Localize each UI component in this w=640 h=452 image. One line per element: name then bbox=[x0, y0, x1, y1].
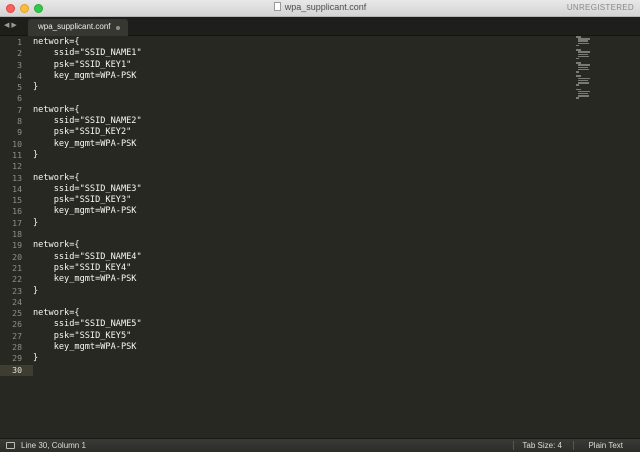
window-title-text: wpa_supplicant.conf bbox=[284, 2, 367, 12]
line-number: 18 bbox=[12, 229, 22, 240]
line-number: 15 bbox=[12, 195, 22, 206]
line-number-gutter: 1 2 3 4 5 6 7 8 9 10 11 12 13 14 15 16 17 18 19 20 21 22 23 24 2… bbox=[0, 36, 30, 438]
line-number: 9 bbox=[17, 127, 22, 138]
tab-wpa-supplicant[interactable]: wpa_supplicant.conf bbox=[28, 19, 128, 36]
minimap[interactable] bbox=[576, 36, 590, 99]
line-number: 26 bbox=[12, 319, 22, 330]
line-number: 20 bbox=[12, 251, 22, 262]
code-line[interactable]: key_mgmt=WPA-PSK bbox=[33, 274, 570, 285]
line-number: 6 bbox=[17, 93, 22, 104]
code-line[interactable]: network={ bbox=[33, 173, 570, 184]
line-number: 7 bbox=[17, 104, 22, 115]
tab-size-selector[interactable]: Tab Size: 4 bbox=[522, 441, 562, 450]
status-divider bbox=[513, 441, 514, 450]
editor-area[interactable]: 1 2 3 4 5 6 7 8 9 10 11 12 13 14 15 16 17 18 19 20 21 22 23 24 2… bbox=[0, 36, 640, 438]
line-number: 24 bbox=[12, 296, 22, 307]
code-line[interactable]: network={ bbox=[33, 105, 570, 116]
line-number: 22 bbox=[12, 274, 22, 285]
code-line[interactable]: ssid="SSID_NAME4" bbox=[33, 252, 570, 263]
tab-label: wpa_supplicant.conf bbox=[38, 22, 111, 31]
line-number: 4 bbox=[17, 70, 22, 81]
code-line[interactable]: key_mgmt=WPA-PSK bbox=[33, 206, 570, 217]
chevron-left-right-icon[interactable]: ◀▶ bbox=[4, 21, 19, 29]
line-number: 12 bbox=[12, 161, 22, 172]
code-line[interactable]: psk="SSID_KEY5" bbox=[33, 331, 570, 342]
code-line[interactable] bbox=[33, 161, 570, 172]
window-title: wpa_supplicant.conf bbox=[0, 2, 640, 12]
line-number: 16 bbox=[12, 206, 22, 217]
line-number: 1 bbox=[17, 37, 22, 47]
minimap-line bbox=[578, 42, 589, 45]
minimap-line bbox=[578, 81, 589, 84]
syntax-selector[interactable]: Plain Text bbox=[588, 441, 623, 450]
code-line[interactable]: psk="SSID_KEY3" bbox=[33, 195, 570, 206]
code-line[interactable]: psk="SSID_KEY2" bbox=[33, 127, 570, 138]
code-line[interactable]: } bbox=[33, 150, 570, 161]
code-line[interactable] bbox=[33, 365, 570, 376]
code-line[interactable]: psk="SSID_KEY1" bbox=[33, 60, 570, 71]
minimap-line bbox=[576, 97, 579, 99]
code-line[interactable]: key_mgmt=WPA-PSK bbox=[33, 342, 570, 353]
title-bar: wpa_supplicant.conf UNREGISTERED bbox=[0, 0, 640, 17]
line-number: 23 bbox=[12, 285, 22, 296]
minimap-line bbox=[578, 55, 589, 58]
code-line[interactable]: } bbox=[33, 286, 570, 297]
line-number: 19 bbox=[12, 240, 22, 251]
line-number: 29 bbox=[12, 353, 22, 364]
unsaved-dot-icon[interactable] bbox=[116, 26, 120, 30]
minimap-line bbox=[576, 44, 579, 47]
line-number: 5 bbox=[17, 82, 22, 93]
line-number: 21 bbox=[12, 262, 22, 273]
line-number: 30 bbox=[12, 364, 22, 375]
line-number: 10 bbox=[12, 138, 22, 149]
line-number: 3 bbox=[17, 59, 22, 70]
line-number: 8 bbox=[17, 116, 22, 127]
status-divider bbox=[573, 441, 574, 450]
code-line[interactable]: } bbox=[33, 218, 570, 229]
minimap-line bbox=[576, 71, 579, 73]
code-line[interactable]: key_mgmt=WPA-PSK bbox=[33, 139, 570, 150]
minimap-line bbox=[576, 57, 579, 60]
code-line[interactable]: } bbox=[33, 82, 570, 93]
code-line[interactable]: key_mgmt=WPA-PSK bbox=[33, 71, 570, 82]
code-line[interactable]: ssid="SSID_NAME2" bbox=[33, 116, 570, 127]
line-number: 11 bbox=[12, 149, 22, 160]
line-number: 28 bbox=[12, 342, 22, 353]
panel-toggle-icon[interactable] bbox=[6, 442, 15, 449]
minimap-line bbox=[576, 84, 579, 86]
line-number: 14 bbox=[12, 183, 22, 194]
code-line[interactable]: ssid="SSID_NAME5" bbox=[33, 319, 570, 330]
document-icon bbox=[273, 2, 281, 11]
code-line[interactable]: } bbox=[33, 353, 570, 364]
code-line[interactable]: network={ bbox=[33, 37, 570, 48]
code-line[interactable] bbox=[33, 93, 570, 104]
code-line[interactable]: network={ bbox=[33, 240, 570, 251]
code-line[interactable]: ssid="SSID_NAME3" bbox=[33, 184, 570, 195]
code-line[interactable]: ssid="SSID_NAME1" bbox=[33, 48, 570, 59]
code-line[interactable]: psk="SSID_KEY4" bbox=[33, 263, 570, 274]
code-line[interactable] bbox=[33, 229, 570, 240]
status-bar: Line 30, Column 1 Tab Size: 4 Plain Text bbox=[0, 438, 640, 452]
line-number: 25 bbox=[12, 308, 22, 319]
minimap-line bbox=[578, 95, 589, 97]
code-line[interactable]: network={ bbox=[33, 308, 570, 319]
line-number: 13 bbox=[12, 172, 22, 183]
license-status: UNREGISTERED bbox=[566, 3, 634, 12]
code-line[interactable] bbox=[33, 297, 570, 308]
tab-bar: ◀▶ wpa_supplicant.conf bbox=[0, 17, 640, 36]
cursor-position: Line 30, Column 1 bbox=[21, 441, 86, 450]
line-number: 27 bbox=[12, 330, 22, 341]
code-text[interactable]: network={ ssid="SSID_NAME1" psk="SSID_KE… bbox=[33, 37, 570, 376]
line-number: 17 bbox=[12, 217, 22, 228]
minimap-line bbox=[578, 68, 589, 71]
line-number: 2 bbox=[17, 48, 22, 59]
